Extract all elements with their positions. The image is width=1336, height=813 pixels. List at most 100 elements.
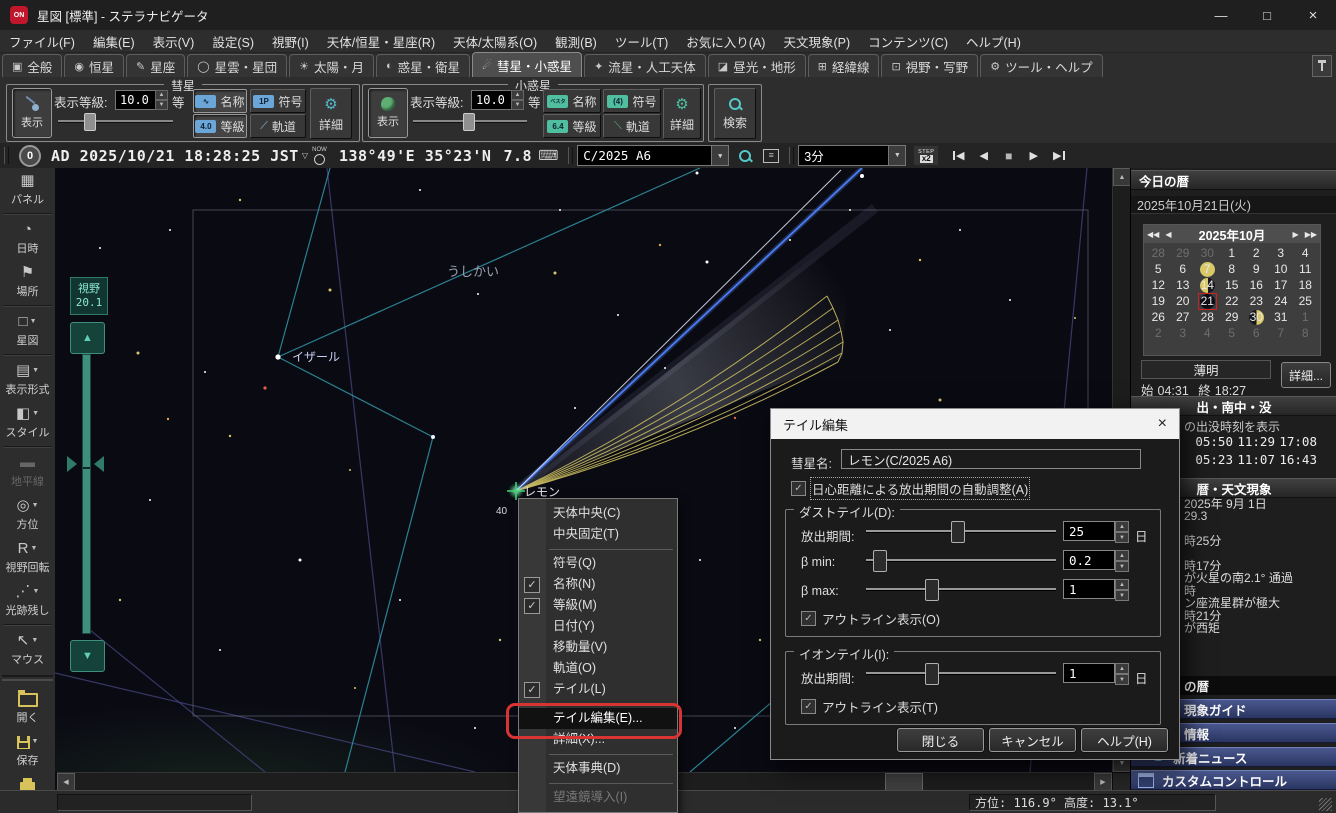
comet-name-field[interactable]: レモン(C/2025 A6)	[841, 449, 1141, 469]
ion-outline-checkbox[interactable]: ✓ アウトライン表示(T)	[801, 697, 938, 716]
menu-item[interactable]: 天文現象(P)	[774, 32, 859, 51]
sidebar-item-パネル[interactable]: ▦パネル	[0, 168, 55, 211]
zoom-slider[interactable]	[82, 354, 91, 634]
calendar-day-11[interactable]: 11	[1293, 261, 1318, 277]
dust-outline-checkbox[interactable]: ✓ アウトライン表示(O)	[801, 609, 940, 628]
calendar-day-28[interactable]: 28	[1195, 309, 1220, 325]
calendar-day-19[interactable]: 19	[1146, 293, 1171, 309]
asteroid-magnitude-button[interactable]: 6.4等級	[543, 114, 601, 138]
sidebar-item-印刷[interactable]: 印刷	[0, 772, 55, 790]
calendar-day-1[interactable]: 1	[1220, 245, 1245, 261]
cancel-button[interactable]: キャンセル	[989, 728, 1076, 752]
calendar-day-4[interactable]: 4	[1195, 325, 1220, 341]
calendar-day-13[interactable]: 13	[1171, 277, 1196, 293]
sidebar-item-方位[interactable]: ◎▼方位	[0, 493, 55, 536]
calendar-day-30[interactable]: 30	[1244, 309, 1269, 325]
tab-恒星[interactable]: ◉恒星	[64, 54, 124, 77]
calendar-day-20[interactable]: 20	[1171, 293, 1196, 309]
calendar-day-27[interactable]: 27	[1171, 309, 1196, 325]
zoom-slider-handle-right[interactable]	[94, 456, 104, 472]
sidebar-item-保存[interactable]: ▼保存	[0, 729, 55, 772]
asteroid-show-button[interactable]: 表示	[368, 88, 408, 138]
calendar-day-8[interactable]: 8	[1293, 325, 1318, 341]
context-menu-item-軌道(O)[interactable]: 軌道(O)	[519, 658, 677, 679]
beta-max-input[interactable]: 1	[1063, 579, 1115, 599]
calendar-day-7[interactable]: 7	[1195, 261, 1220, 277]
calendar-day-30[interactable]: 30	[1195, 245, 1220, 261]
context-menu-item-天体中央(C)[interactable]: 天体中央(C)	[519, 503, 677, 524]
context-menu-item-等級(M)[interactable]: 等級(M)✓	[519, 595, 677, 616]
tab-流星・人工天体[interactable]: ✦流星・人工天体	[584, 54, 706, 77]
calendar-day-6[interactable]: 6	[1171, 261, 1196, 277]
calendar-day-4[interactable]: 4	[1293, 245, 1318, 261]
stop-button[interactable]: ■	[998, 146, 1019, 165]
beta-min-stepper[interactable]: ▲▼	[1115, 550, 1129, 572]
sidebar-item-開く[interactable]: 開く	[0, 685, 55, 729]
comet-code-button[interactable]: 1P符号	[250, 89, 306, 113]
context-menu-item-符号(Q)[interactable]: 符号(Q)	[519, 553, 677, 574]
calendar-day-3[interactable]: 3	[1171, 325, 1196, 341]
calendar-day-22[interactable]: 22	[1220, 293, 1245, 309]
calendar-day-24[interactable]: 24	[1269, 293, 1294, 309]
object-search-icon[interactable]	[735, 146, 755, 165]
tab-経緯線[interactable]: ⊞経緯線	[808, 54, 880, 77]
menu-item[interactable]: ファイル(F)	[0, 32, 84, 51]
comet-detail-button[interactable]: ⚙詳細	[310, 88, 352, 139]
asteroid-detail-button[interactable]: ⚙詳細	[663, 88, 701, 139]
minimize-button[interactable]: —	[1198, 0, 1244, 30]
close-dialog-button[interactable]: 閉じる	[897, 728, 984, 752]
location-display[interactable]: 138°49'E 35°23'N	[339, 147, 492, 165]
context-menu-item-日付(Y)[interactable]: 日付(Y)	[519, 616, 677, 637]
beta-min-slider[interactable]	[866, 550, 1056, 570]
skip-forward-button[interactable]: ▶	[1048, 146, 1069, 165]
menu-item[interactable]: コンテンツ(C)	[859, 32, 957, 51]
sidebar-item-マウス[interactable]: ↖▼マウス	[0, 628, 55, 671]
menu-item[interactable]: ヘルプ(H)	[957, 32, 1030, 51]
dust-emission-stepper[interactable]: ▲▼	[1115, 521, 1129, 543]
calendar-day-16[interactable]: 16	[1244, 277, 1269, 293]
calendar-day-15[interactable]: 15	[1220, 277, 1245, 293]
context-menu-item-名称(N)[interactable]: 名称(N)✓	[519, 574, 677, 595]
menu-item[interactable]: 観測(B)	[546, 32, 606, 51]
play-button[interactable]: ▶	[1023, 146, 1044, 165]
tab-ツール・ヘルプ[interactable]: ⚙ツール・ヘルプ	[980, 54, 1102, 77]
tab-惑星・衛星[interactable]: ◐惑星・衛星	[376, 54, 470, 77]
calendar-day-10[interactable]: 10	[1269, 261, 1294, 277]
prev-month-icon[interactable]: ◀	[1162, 230, 1174, 239]
sidebar-item-表示形式[interactable]: ▤▼表示形式	[0, 358, 55, 401]
dialog-title-bar[interactable]: テイル編集 ×	[771, 409, 1179, 439]
ion-emission-input[interactable]: 1	[1063, 663, 1115, 683]
ion-emission-stepper[interactable]: ▲▼	[1115, 663, 1129, 685]
calendar-day-1[interactable]: 1	[1293, 309, 1318, 325]
calendar-day-7[interactable]: 7	[1269, 325, 1294, 341]
keyboard-icon[interactable]: ⌨	[538, 147, 558, 164]
asteroid-orbit-button[interactable]: ⟍軌道	[603, 114, 661, 138]
dust-emission-slider[interactable]	[866, 521, 1056, 541]
today-calendar-header[interactable]: 今日の暦	[1131, 170, 1336, 190]
calendar-day-23[interactable]: 23	[1244, 293, 1269, 309]
zoom-slider-handle-left[interactable]	[67, 456, 77, 472]
calendar-day-17[interactable]: 17	[1269, 277, 1294, 293]
search-button[interactable]: 検索	[714, 88, 756, 139]
step-back-button[interactable]: ◀	[973, 146, 994, 165]
comet-orbit-button[interactable]: ⟋軌道	[250, 114, 306, 138]
calendar-day-28[interactable]: 28	[1146, 245, 1171, 261]
menu-item[interactable]: 表示(V)	[144, 32, 204, 51]
calendar-day-3[interactable]: 3	[1269, 245, 1294, 261]
sidebar-item-スタイル[interactable]: ◧▼スタイル	[0, 401, 55, 444]
tab-昼光・地形[interactable]: ◪昼光・地形	[708, 54, 806, 77]
calendar-day-26[interactable]: 26	[1146, 309, 1171, 325]
object-list-icon[interactable]: ≡	[761, 146, 781, 165]
asteroid-mag-stepper[interactable]: ▲▼	[511, 90, 524, 110]
calendar-day-31[interactable]: 31	[1269, 309, 1294, 325]
calendar-day-14[interactable]: 14	[1195, 277, 1220, 293]
sidebar-item-日時[interactable]: ◔日時	[0, 217, 55, 260]
twilight-detail-button[interactable]: 詳細...	[1281, 362, 1331, 388]
context-menu-item-テイル編集(E)...[interactable]: テイル編集(E)...	[519, 708, 677, 729]
now-clock-icon[interactable]: NOW	[312, 147, 327, 165]
tab-彗星・小惑星[interactable]: ☄彗星・小惑星	[472, 52, 582, 77]
maximize-button[interactable]: □	[1244, 0, 1290, 30]
context-menu-item-中央固定(T)[interactable]: 中央固定(T)	[519, 524, 677, 545]
calendar-day-25[interactable]: 25	[1293, 293, 1318, 309]
tab-太陽・月[interactable]: ☀太陽・月	[289, 54, 374, 77]
